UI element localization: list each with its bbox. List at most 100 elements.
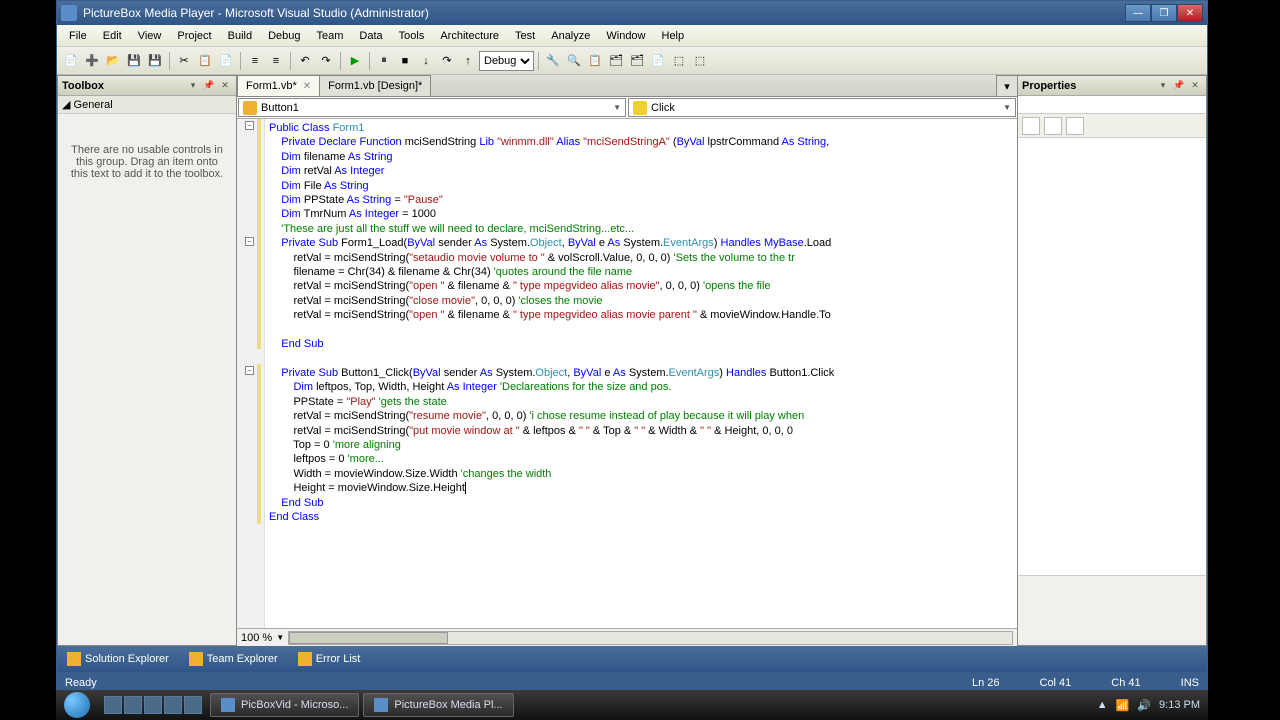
toolbox-panel: Toolbox ▾ 📌 ✕ ◢ General There are no usa… — [57, 75, 237, 646]
close-panel-icon[interactable]: ✕ — [218, 79, 232, 93]
fold-icon[interactable]: − — [245, 237, 254, 246]
start-page-icon[interactable]: 📄 — [648, 51, 668, 71]
menu-window[interactable]: Window — [598, 27, 653, 45]
error-list-tab[interactable]: Error List — [292, 649, 367, 669]
dropdown-icon[interactable]: ▾ — [186, 79, 200, 93]
solution-explorer-tab[interactable]: Solution Explorer — [61, 649, 175, 669]
toolbox-header[interactable]: Toolbox ▾ 📌 ✕ — [58, 76, 236, 96]
titlebar[interactable]: PictureBox Media Player - Microsoft Visu… — [57, 1, 1207, 25]
stop-icon[interactable]: ■ — [395, 51, 415, 71]
tab-form1-design[interactable]: Form1.vb [Design]* — [319, 75, 431, 96]
network-icon[interactable]: 📶 — [1116, 699, 1130, 712]
close-panel-icon[interactable]: ✕ — [1188, 79, 1202, 93]
cut-icon[interactable]: ✂ — [174, 51, 194, 71]
taskbar-item[interactable]: PicBoxVid - Microso... — [210, 693, 359, 717]
object-browser-icon[interactable]: 🗂 — [606, 51, 626, 71]
uncomment-icon[interactable]: ≡ — [266, 51, 286, 71]
zoom-level[interactable]: 100 % — [241, 632, 272, 644]
ext2-icon[interactable]: ⬚ — [690, 51, 710, 71]
properties-icon[interactable]: 📋 — [585, 51, 605, 71]
config-select[interactable]: Debug — [479, 51, 534, 71]
ext-icon[interactable]: ⬚ — [669, 51, 689, 71]
step-into-icon[interactable]: ↓ — [416, 51, 436, 71]
save-icon[interactable]: 💾 — [124, 51, 144, 71]
h-scrollbar[interactable] — [288, 631, 1013, 645]
comment-icon[interactable]: ≡ — [245, 51, 265, 71]
new-project-icon[interactable]: 📄 — [61, 51, 81, 71]
volume-icon[interactable]: 🔊 — [1137, 699, 1151, 712]
undo-icon[interactable]: ↶ — [295, 51, 315, 71]
tabs-dropdown-icon[interactable]: ▾ — [996, 75, 1018, 96]
code-editor[interactable]: − − − Public Class Form1 Private Declare… — [237, 119, 1017, 628]
event-combo[interactable]: Click▼ — [628, 98, 1016, 117]
ql-icon[interactable] — [144, 696, 162, 714]
ql-icon[interactable] — [184, 696, 202, 714]
menu-team[interactable]: Team — [309, 27, 352, 45]
properties-header[interactable]: Properties ▾ 📌 ✕ — [1018, 76, 1206, 96]
ql-icon[interactable] — [164, 696, 182, 714]
step-over-icon[interactable]: ↷ — [437, 51, 457, 71]
code-content[interactable]: Public Class Form1 Private Declare Funct… — [265, 119, 1017, 628]
toolbox-category[interactable]: ◢ General — [58, 96, 236, 114]
team-explorer-tab[interactable]: Team Explorer — [183, 649, 284, 669]
menu-tools[interactable]: Tools — [391, 27, 433, 45]
menu-view[interactable]: View — [130, 27, 170, 45]
pin-icon[interactable]: 📌 — [1172, 79, 1186, 93]
close-button[interactable]: ✕ — [1177, 4, 1203, 22]
menu-edit[interactable]: Edit — [95, 27, 130, 45]
menu-analyze[interactable]: Analyze — [543, 27, 598, 45]
taskbar-item[interactable]: PictureBox Media Pl... — [363, 693, 513, 717]
ql-icon[interactable] — [124, 696, 142, 714]
alphabetical-icon[interactable] — [1044, 117, 1062, 135]
menu-debug[interactable]: Debug — [260, 27, 308, 45]
chevron-down-icon[interactable]: ▼ — [276, 633, 284, 642]
break-icon[interactable]: ⏸ — [374, 51, 394, 71]
toolbox-icon[interactable]: 🔧 — [543, 51, 563, 71]
toolbar-divider — [369, 52, 370, 70]
start-button[interactable] — [56, 690, 98, 720]
property-pages-icon[interactable] — [1066, 117, 1084, 135]
step-out-icon[interactable]: ↑ — [458, 51, 478, 71]
menu-build[interactable]: Build — [220, 27, 260, 45]
add-item-icon[interactable]: ➕ — [82, 51, 102, 71]
close-tab-icon[interactable]: ✕ — [303, 81, 311, 92]
find-icon[interactable]: 🔍 — [564, 51, 584, 71]
menubar: File Edit View Project Build Debug Team … — [57, 25, 1207, 47]
tab-form1-vb[interactable]: Form1.vb*✕ — [237, 75, 320, 96]
pin-icon[interactable]: 📌 — [202, 79, 216, 93]
menu-test[interactable]: Test — [507, 27, 543, 45]
menu-help[interactable]: Help — [654, 27, 693, 45]
editor-area: Form1.vb*✕ Form1.vb [Design]* ▾ Button1▼… — [237, 75, 1017, 646]
quick-launch — [98, 696, 208, 714]
redo-icon[interactable]: ↷ — [316, 51, 336, 71]
scrollbar-thumb[interactable] — [289, 632, 448, 644]
menu-file[interactable]: File — [61, 27, 95, 45]
properties-grid[interactable] — [1018, 138, 1206, 575]
open-icon[interactable]: 📂 — [103, 51, 123, 71]
status-ch: Ch 41 — [1111, 677, 1140, 689]
menu-data[interactable]: Data — [351, 27, 390, 45]
paste-icon[interactable]: 📄 — [216, 51, 236, 71]
app-icon — [221, 698, 235, 712]
class-view-icon[interactable]: 🗂 — [627, 51, 647, 71]
ql-icon[interactable] — [104, 696, 122, 714]
properties-object-select[interactable] — [1018, 96, 1206, 114]
properties-toolbar — [1018, 114, 1206, 138]
clock[interactable]: 9:13 PM — [1159, 699, 1200, 711]
menu-project[interactable]: Project — [169, 27, 219, 45]
maximize-button[interactable]: ❐ — [1151, 4, 1177, 22]
fold-icon[interactable]: − — [245, 121, 254, 130]
copy-icon[interactable]: 📋 — [195, 51, 215, 71]
minimize-button[interactable]: ― — [1125, 4, 1151, 22]
fold-icon[interactable]: − — [245, 366, 254, 375]
start-icon[interactable]: ▶ — [345, 51, 365, 71]
object-combo[interactable]: Button1▼ — [238, 98, 626, 117]
chevron-down-icon: ▼ — [1003, 103, 1011, 112]
toolbar-divider — [169, 52, 170, 70]
dropdown-icon[interactable]: ▾ — [1156, 79, 1170, 93]
save-all-icon[interactable]: 💾 — [145, 51, 165, 71]
system-tray[interactable]: ▲ 📶 🔊 9:13 PM — [1089, 699, 1208, 712]
tray-icon[interactable]: ▲ — [1097, 699, 1108, 711]
categorized-icon[interactable] — [1022, 117, 1040, 135]
menu-architecture[interactable]: Architecture — [432, 27, 507, 45]
